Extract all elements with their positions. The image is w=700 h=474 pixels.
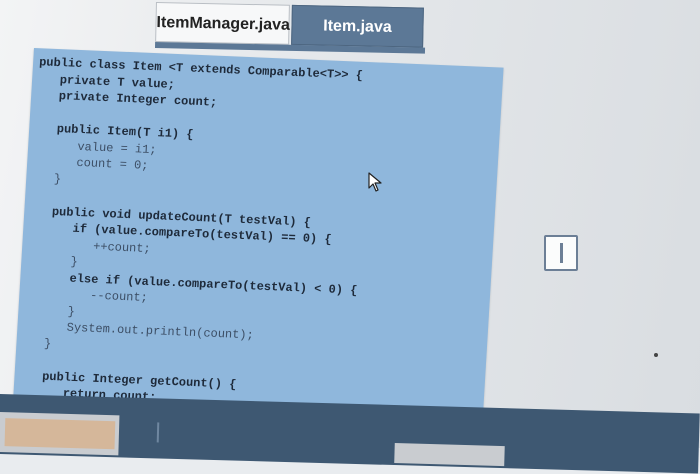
bottom-separator: [156, 422, 160, 443]
mouse-pointer-icon: [368, 172, 382, 192]
dot: [654, 353, 658, 357]
side-panel-box[interactable]: [544, 235, 578, 271]
code-block: public class Item <T extends Comparable<…: [17, 54, 370, 447]
tab-itemmanager-java[interactable]: ItemManager.java: [155, 1, 290, 45]
bottom-right-panel: [394, 443, 505, 467]
bottom-tab-highlight: [4, 418, 116, 450]
side-box-bar: [560, 243, 563, 263]
code-editor[interactable]: public class Item <T extends Comparable<…: [11, 48, 504, 444]
tab-item-java[interactable]: Item.java: [291, 4, 424, 48]
